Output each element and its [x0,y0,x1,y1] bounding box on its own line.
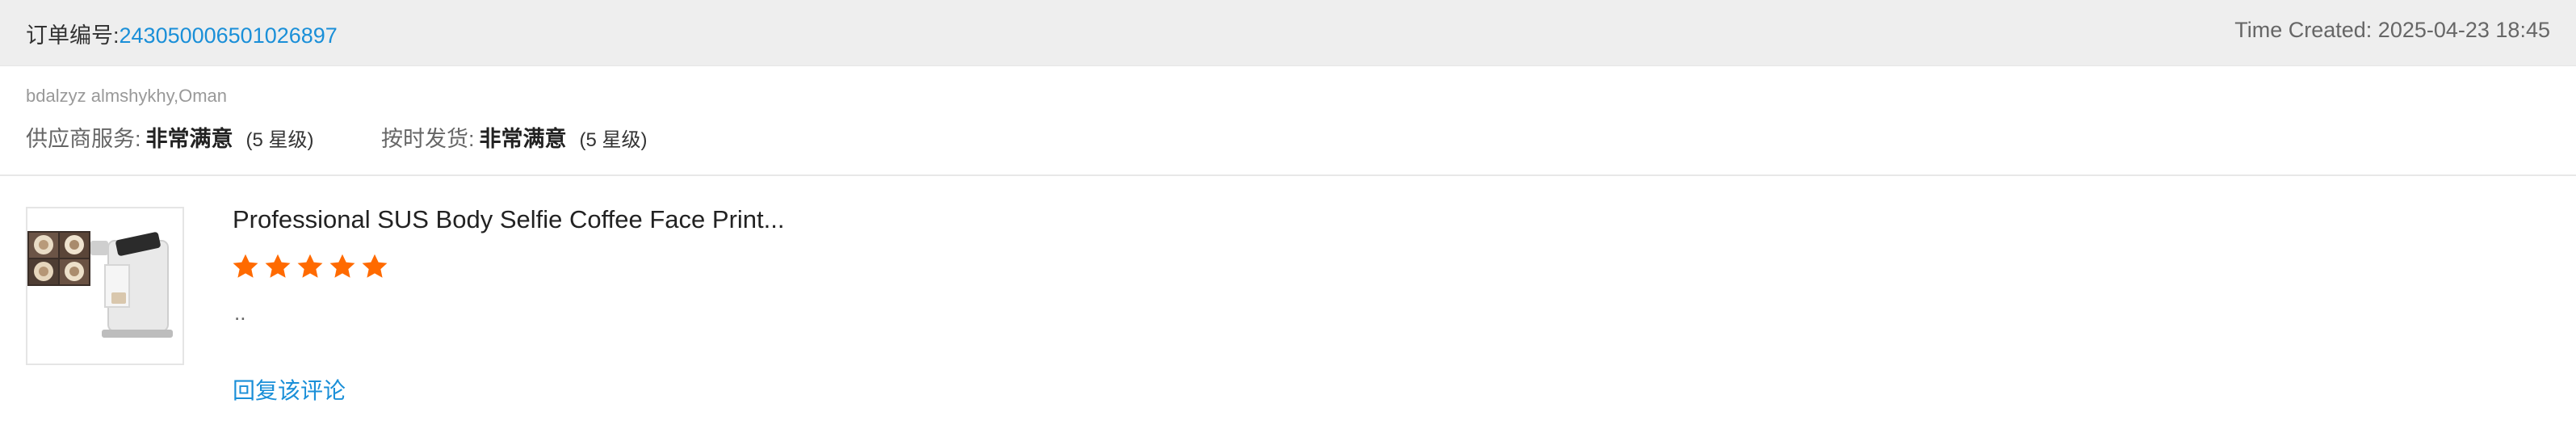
star-icon [329,254,355,278]
star-icon [233,254,258,278]
time-created: Time Created: 2025-04-23 18:45 [2234,18,2550,42]
star-icon [265,254,291,278]
reply-review-link[interactable]: 回复该评论 [233,373,346,406]
rating-label: 供应商服务: [26,127,141,151]
order-header: 订单编号:243050006501026897 Time Created: 20… [0,0,2576,66]
seller-ratings: 供应商服务: 非常满意 (5 星级) 按时发货: 非常满意 (5 星级) [26,121,709,153]
buyer-name-location: bdalzyz almshykhy,Oman [26,86,228,106]
rating-value: 非常满意 [145,127,233,151]
coffee-printer-product-image [27,208,183,364]
divider [0,174,2576,176]
rating-label: 按时发货: [381,127,475,151]
product-title[interactable]: Professional SUS Body Selfie Coffee Face… [233,205,784,234]
rating-value: 非常满意 [479,127,567,151]
rating-on-time-shipping: 按时发货: 非常满意 (5 星级) [381,121,648,153]
order-number-label: 订单编号: [26,23,120,48]
rating-level: (5 星级) [245,129,314,151]
review-comment: .. [234,301,246,325]
order-number-link[interactable]: 243050006501026897 [120,23,338,48]
rating-supplier-service: 供应商服务: 非常满意 (5 星级) [26,121,314,153]
star-icon [362,254,388,278]
star-icon [297,254,323,278]
order-number: 订单编号:243050006501026897 [26,18,338,49]
rating-level: (5 星级) [579,129,648,151]
product-thumbnail[interactable] [26,207,184,365]
product-rating-stars [231,252,392,285]
